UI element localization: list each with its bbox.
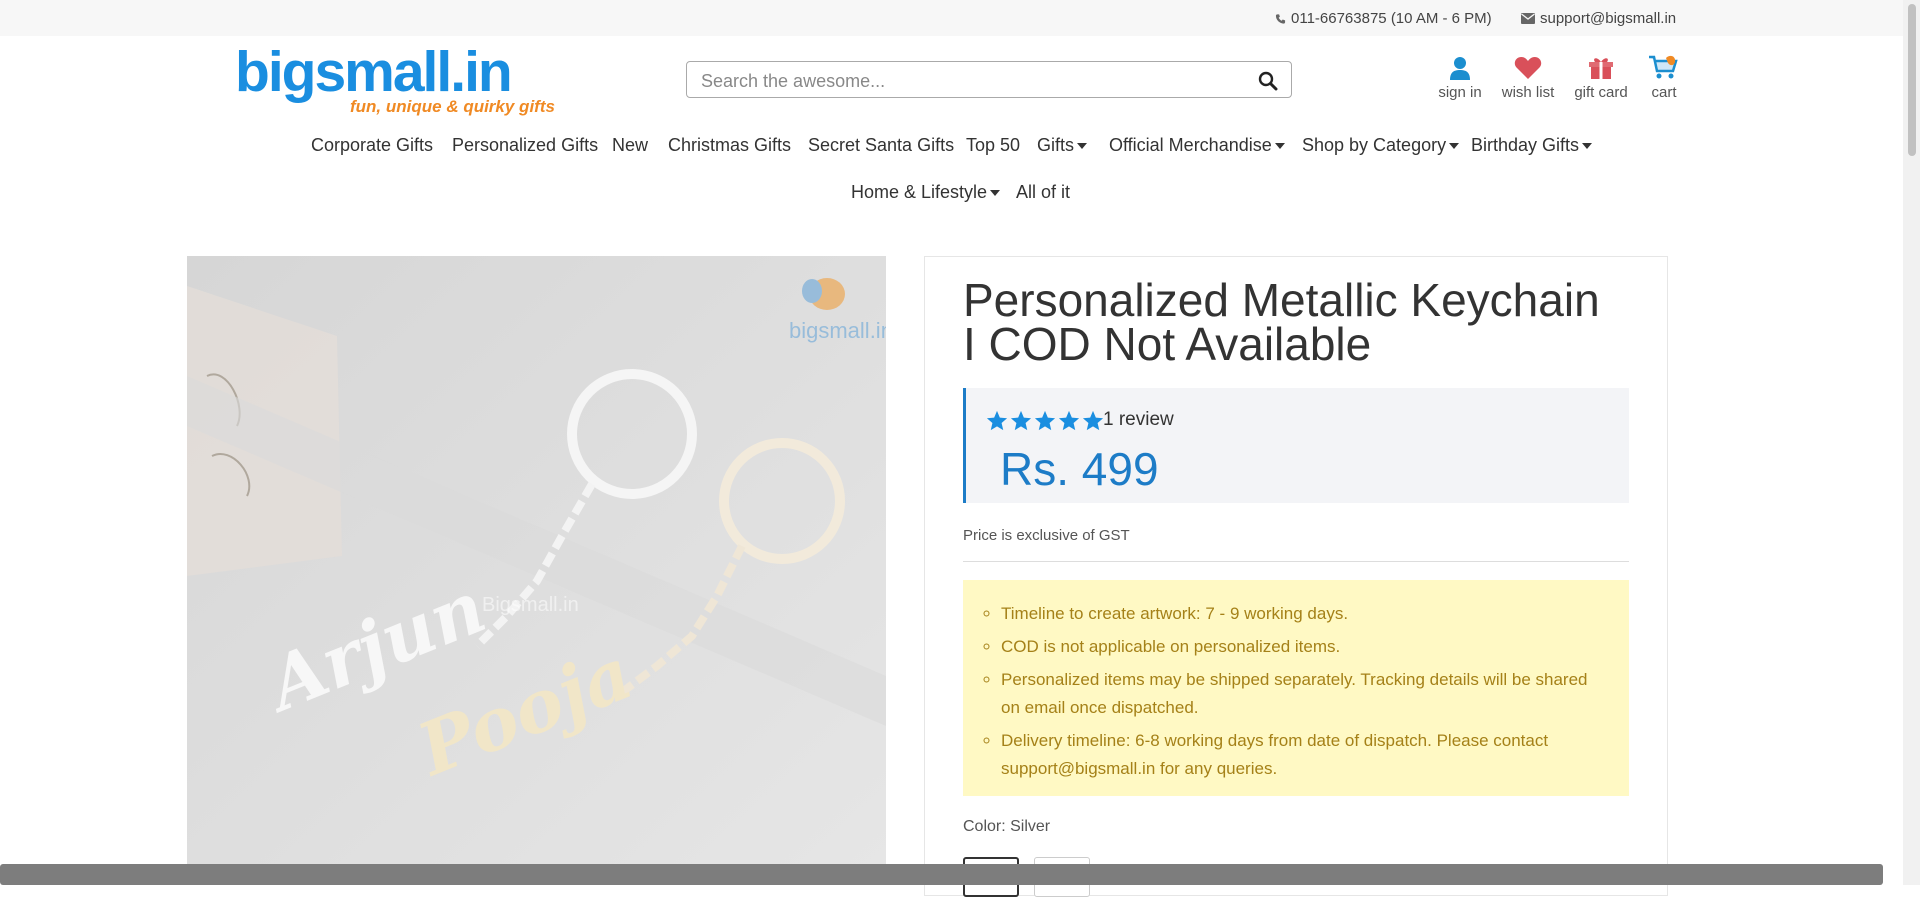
star-icon xyxy=(986,410,1008,431)
main-navigation: Corporate Gifts Personalized Gifts New C… xyxy=(0,135,1920,215)
nav-top-50[interactable]: Top 50 xyxy=(966,135,1020,156)
nav-christmas-gifts[interactable]: Christmas Gifts xyxy=(668,135,791,156)
nav-new[interactable]: New xyxy=(612,135,648,156)
caret-down-icon xyxy=(1582,143,1593,150)
divider xyxy=(963,561,1629,562)
nav-birthday-gifts-dropdown[interactable]: Birthday Gifts xyxy=(1471,135,1593,156)
gift-icon xyxy=(1589,58,1613,79)
cart-link[interactable]: cart xyxy=(1644,54,1684,101)
sign-in-link[interactable]: sign in xyxy=(1436,54,1484,101)
star-icon xyxy=(1034,410,1056,431)
review-count[interactable]: 1 review xyxy=(1103,409,1174,431)
envelope-icon xyxy=(1521,13,1535,24)
nav-shop-label: Shop by Category xyxy=(1302,135,1447,155)
logo-tagline: fun, unique & quirky gifts xyxy=(350,97,555,116)
support-email: support@bigsmall.in xyxy=(1540,10,1677,27)
star-icon xyxy=(1010,410,1032,431)
sign-in-label: sign in xyxy=(1438,84,1482,101)
nav-home-label: Home & Lifestyle xyxy=(851,182,988,202)
search-input[interactable] xyxy=(699,68,1243,94)
top-contact-bar: 011-66763875 (10 AM - 6 PM) support@bigs… xyxy=(0,0,1920,36)
nav-gifts-dropdown[interactable]: Gifts xyxy=(1037,135,1088,156)
user-icon xyxy=(1450,57,1470,80)
rating-stars[interactable] xyxy=(986,410,1104,432)
email-contact[interactable]: support@bigsmall.in xyxy=(1521,10,1676,27)
nav-personalized-gifts[interactable]: Personalized Gifts xyxy=(452,135,598,156)
note-item: Personalized items may be shipped separa… xyxy=(1001,666,1609,722)
watermark-text: Bigsmall.in xyxy=(482,594,579,616)
nav-official-merchandise-dropdown[interactable]: Official Merchandise xyxy=(1109,135,1285,156)
phone-number: 011-66763875 (10 AM - 6 PM) xyxy=(1291,10,1492,27)
caret-down-icon xyxy=(1449,143,1460,150)
product-title: Personalized Metallic Keychain I COD Not… xyxy=(963,274,1600,370)
nav-official-label: Official Merchandise xyxy=(1109,135,1272,155)
nav-all-of-it[interactable]: All of it xyxy=(1016,182,1070,203)
keychain-photo: Arjun Pooja Bigsmall.in bigsmall.in xyxy=(187,256,886,885)
site-logo[interactable]: bigsmall.in fun, unique & quirky gifts xyxy=(235,40,555,120)
color-label: Color: Silver xyxy=(963,818,1051,835)
delivery-notes: Timeline to create artwork: 7 - 9 workin… xyxy=(963,580,1629,796)
star-icon xyxy=(1082,410,1104,431)
caret-down-icon xyxy=(1274,143,1285,150)
phone-icon xyxy=(1275,13,1286,24)
watermark-logo-text: bigsmall.in xyxy=(789,318,886,343)
nav-birthday-label: Birthday Gifts xyxy=(1471,135,1580,155)
horizontal-scrollbar[interactable] xyxy=(0,864,1883,885)
product-image[interactable]: Arjun Pooja Bigsmall.in bigsmall.in xyxy=(187,256,886,885)
nav-corporate-gifts[interactable]: Corporate Gifts xyxy=(311,135,433,156)
star-icon xyxy=(1058,410,1080,431)
phone-contact[interactable]: 011-66763875 (10 AM - 6 PM) xyxy=(1275,10,1492,27)
caret-down-icon xyxy=(1077,143,1088,150)
price-box: 1 review Rs. 499 xyxy=(963,388,1629,503)
gift-card-label: gift card xyxy=(1574,84,1628,101)
wish-list-label: wish list xyxy=(1501,84,1555,101)
search-icon[interactable] xyxy=(1257,70,1279,92)
vertical-scrollbar[interactable] xyxy=(1903,0,1920,885)
note-item: Delivery timeline: 6-8 working days from… xyxy=(1001,727,1609,783)
wish-list-link[interactable]: wish list xyxy=(1498,54,1558,101)
heart-icon xyxy=(1514,57,1542,79)
cart-label: cart xyxy=(1651,84,1677,101)
product-price: Rs. 499 xyxy=(1000,443,1159,495)
nav-gifts-label: Gifts xyxy=(1037,135,1075,155)
cart-icon xyxy=(1649,55,1678,79)
scrollbar-thumb[interactable] xyxy=(1908,4,1916,156)
nav-home-lifestyle-dropdown[interactable]: Home & Lifestyle xyxy=(851,182,1001,203)
nav-shop-by-category-dropdown[interactable]: Shop by Category xyxy=(1302,135,1460,156)
logo-brand-text: bigsmall.in xyxy=(235,40,513,104)
gst-note: Price is exclusive of GST xyxy=(963,527,1130,544)
nav-secret-santa-gifts[interactable]: Secret Santa Gifts xyxy=(808,135,954,156)
search-bar xyxy=(686,61,1292,98)
caret-down-icon xyxy=(990,190,1001,197)
note-item: COD is not applicable on personalized it… xyxy=(1001,633,1609,661)
gift-card-link[interactable]: gift card xyxy=(1572,54,1630,101)
note-item: Timeline to create artwork: 7 - 9 workin… xyxy=(1001,600,1609,628)
